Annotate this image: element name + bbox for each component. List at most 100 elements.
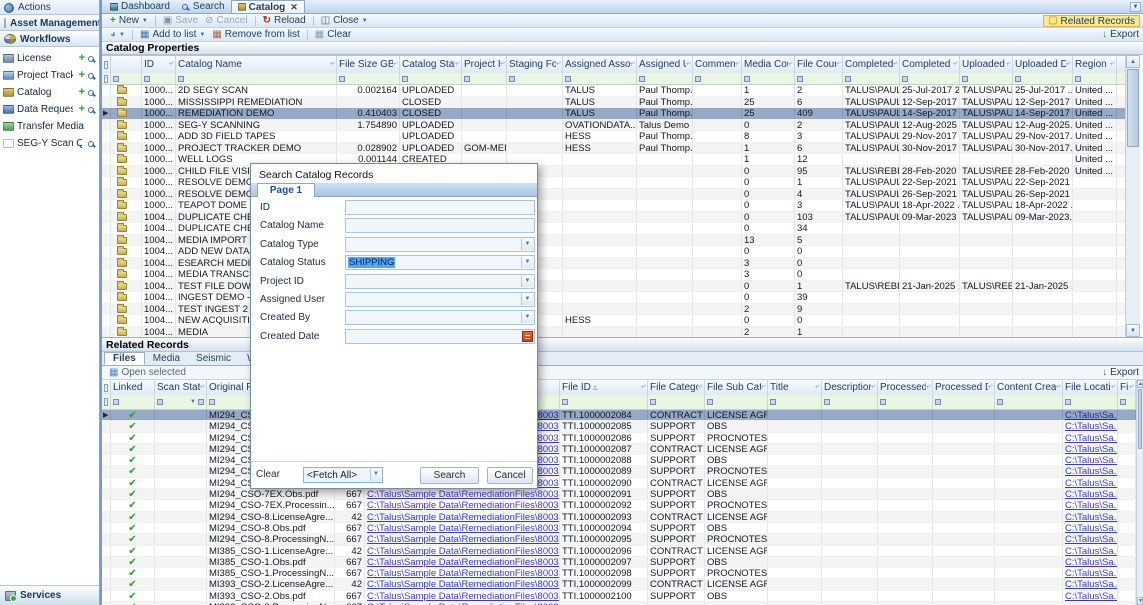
cell-path[interactable]: C:\Talus\Sample Data\RemediationFiles\80… — [365, 546, 560, 556]
filter-icon[interactable] — [1065, 399, 1071, 405]
header-filter-icon[interactable]: +° — [1066, 61, 1070, 68]
cell-location[interactable]: C:\Talus\Sa... — [1063, 512, 1118, 522]
add-to-list-button[interactable]: ▦Add to list▼ — [138, 29, 207, 41]
column-header-udate[interactable]: Uploaded Da+° — [1013, 56, 1073, 73]
column-header-processed_da[interactable]: Processed Da+° — [933, 380, 995, 395]
tab-overflow-button[interactable]: ▼ — [1130, 2, 1141, 12]
column-header-comment[interactable]: Comment+° — [693, 56, 742, 73]
related-tab-files[interactable]: Files — [104, 352, 145, 365]
sidebar-item-project-tracker[interactable]: Project Tracker+ — [0, 67, 99, 84]
header-filter-icon[interactable]: +° — [500, 61, 504, 68]
filter-icon[interactable] — [565, 76, 571, 82]
search-icon[interactable] — [88, 107, 94, 113]
related-tab-media[interactable]: Media — [145, 352, 188, 365]
id-input[interactable] — [345, 200, 535, 215]
header-filter-icon[interactable]: +° — [926, 384, 930, 391]
chevron-down-icon[interactable]: ▼ — [190, 399, 196, 405]
filter-cell-title[interactable] — [768, 395, 822, 409]
sidebar-section-asset-management[interactable]: Asset Management — [0, 15, 99, 31]
column-header-content_created[interactable]: Content Created+° — [995, 380, 1063, 395]
table-row[interactable]: 1000...SEG-Y SCANNING1.754890UPLOADEDOVA… — [102, 120, 1125, 132]
table-row[interactable]: 1000...PROJECT TRACKER DEMO0.028902UPLOA… — [102, 143, 1125, 155]
table-row[interactable]: ✔MI294_CSO-7EX.Obs.pdf667C:\Talus\Sample… — [102, 489, 1136, 500]
cell-path[interactable]: C:\Talus\Sample Data\RemediationFiles\80… — [365, 500, 560, 510]
cell-path[interactable]: C:\Talus\Sample Data\RemediationFiles\80… — [365, 512, 560, 522]
file-path-link[interactable]: C:\Talus\Sa... — [1065, 591, 1118, 601]
file-path-link[interactable]: C:\Talus\Sa... — [1065, 534, 1118, 544]
column-header-ind[interactable] — [102, 380, 111, 395]
cell-location[interactable]: C:\Talus\Sa... — [1063, 433, 1118, 443]
filter-icon[interactable] — [113, 399, 119, 405]
cell-location[interactable]: C:\Talus\Sa... — [1063, 523, 1118, 533]
column-header-size[interactable]: File Size GB+° — [337, 56, 400, 73]
close-button[interactable]: ◫Close▼ — [319, 15, 370, 27]
filter-cell-location[interactable] — [1063, 395, 1118, 409]
cell-path[interactable]: C:\Talus\Sample Data\RemediationFiles\80… — [365, 534, 560, 544]
sidebar-item-license[interactable]: License+ — [0, 50, 99, 67]
new-button[interactable]: +New▼ — [108, 15, 150, 27]
cell-location[interactable]: C:\Talus\Sa... — [1063, 568, 1118, 578]
table-row[interactable]: ✔MI294_CSO-8.Obs.pdf667C:\Talus\Sample D… — [102, 523, 1136, 534]
table-row[interactable]: ✔MI294_CSO-7EX.Processin...667C:\Talus\S… — [102, 500, 1136, 511]
filter-icon[interactable] — [464, 76, 470, 82]
cell-location[interactable]: C:\Talus\Sa... — [1063, 421, 1118, 431]
search-icon[interactable] — [88, 73, 94, 79]
filter-cell-scan[interactable]: ▼ — [155, 395, 207, 409]
table-row[interactable]: ✔MI393_CSO-2.Obs.pdf667C:\Talus\Sample D… — [102, 591, 1136, 602]
cell-location[interactable]: C:\Talus\Sa... — [1063, 557, 1118, 567]
filter-cell-staging[interactable] — [507, 73, 563, 84]
table-row[interactable]: ✔MI294_CSO-8.ProcessingN...667C:\Talus\S… — [102, 534, 1136, 545]
header-filter-icon[interactable]: +° — [641, 384, 645, 391]
header-filter-icon[interactable]: +° — [788, 61, 792, 68]
cell-path[interactable]: C:\Talus\Sample Data\RemediationFiles\80… — [365, 523, 560, 533]
column-header-media[interactable]: Media Cour+° — [742, 56, 795, 73]
header-filter-icon[interactable]: +° — [1056, 384, 1060, 391]
cell-path[interactable]: C:\Talus\Sample Data\RemediationFiles\80… — [365, 579, 560, 589]
filter-icon[interactable] — [824, 399, 830, 405]
calendar-icon[interactable] — [522, 331, 533, 342]
table-row[interactable]: ▶1000...REMEDIATION DEMO0.410403CLOSEDTA… — [102, 108, 1125, 120]
cell-location[interactable]: C:\Talus\Sa... — [1063, 500, 1118, 510]
created-date-input[interactable] — [345, 329, 535, 344]
filter-cell-processed_da[interactable] — [933, 395, 995, 409]
file-path-link[interactable]: C:\Talus\Sa... — [1065, 512, 1118, 522]
filter-cell-size[interactable] — [337, 73, 400, 84]
cell-location[interactable]: C:\Talus\Sa... — [1063, 579, 1118, 589]
chevron-down-icon[interactable]: ▼ — [521, 257, 533, 268]
add-icon[interactable]: + — [79, 88, 85, 97]
filter-icon[interactable] — [509, 76, 515, 82]
cell-path[interactable]: C:\Talus\Sample Data\RemediationFiles\80… — [365, 568, 560, 578]
filter-icon[interactable] — [845, 76, 851, 82]
open-selected-button[interactable]: ▦Open selected — [107, 367, 188, 379]
file-path-link[interactable]: C:\Talus\Sa... — [1065, 466, 1118, 476]
filter-icon[interactable] — [935, 399, 941, 405]
cell-location[interactable]: C:\Talus\Sa... — [1063, 478, 1118, 488]
cell-location[interactable]: C:\Talus\Sa... — [1063, 489, 1118, 499]
filter-cell-comment[interactable] — [693, 73, 742, 84]
column-header-user[interactable]: Assigned Us+° — [637, 56, 693, 73]
filter-cell-sub_category[interactable] — [705, 395, 768, 409]
column-header-location[interactable]: File Locatio+° — [1063, 380, 1118, 395]
sidebar-section-workflows[interactable]: Workflows — [0, 31, 99, 47]
file-path-link[interactable]: C:\Talus\Sa... — [1065, 557, 1118, 567]
file-path-link[interactable]: C:\Talus\Sa... — [1065, 523, 1118, 533]
dialog-cancel-button[interactable]: Cancel — [487, 467, 533, 484]
cell-location[interactable]: C:\Talus\Sa... — [1063, 410, 1118, 420]
column-header-icon[interactable] — [111, 56, 142, 73]
cell-path[interactable]: C:\Talus\Sample Data\RemediationFiles\80… — [365, 557, 560, 567]
dialog-clear-button[interactable]: Clear — [256, 469, 280, 480]
select-all-icon[interactable] — [104, 384, 108, 392]
filter-cell-processed_e[interactable] — [878, 395, 933, 409]
scroll-thumb[interactable] — [1127, 69, 1139, 147]
header-filter-icon[interactable]: +° — [1110, 61, 1114, 68]
column-header-title[interactable]: Title+° — [768, 380, 822, 395]
scroll-down-icon[interactable]: ▼ — [1126, 324, 1140, 337]
header-filter-icon[interactable]: +° — [698, 384, 702, 391]
header-filter-icon[interactable]: +° — [836, 61, 840, 68]
search-icon[interactable] — [88, 141, 94, 147]
filter-cell-uby[interactable] — [960, 73, 1013, 84]
sidebar-item-seg-y-scan-queue[interactable]: SEG-Y Scan Queue — [0, 135, 99, 152]
filter-icon[interactable] — [157, 399, 163, 405]
header-filter-icon[interactable]: +° — [735, 61, 739, 68]
filter-cell-description[interactable] — [822, 395, 878, 409]
